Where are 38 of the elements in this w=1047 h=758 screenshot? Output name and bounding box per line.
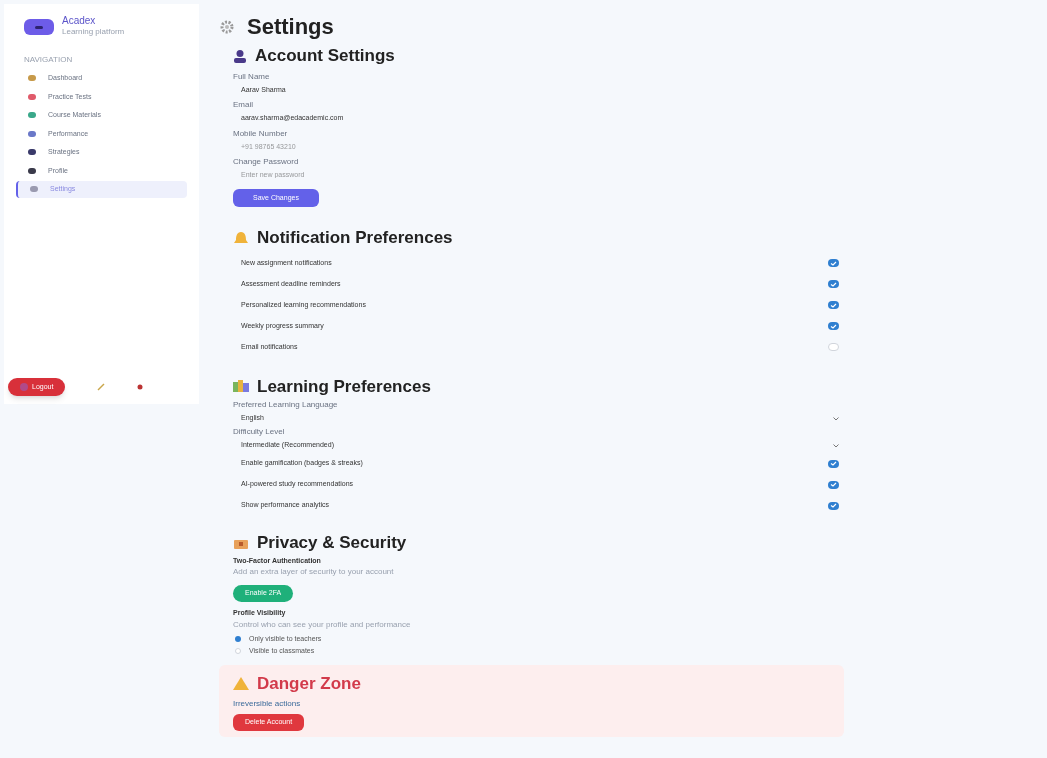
checkbox[interactable] [828, 501, 839, 510]
logo-icon [24, 19, 54, 35]
description-text: Control who can see your profile and performance [233, 618, 412, 631]
checkbox[interactable] [828, 480, 839, 489]
section-title: Privacy & Security [257, 532, 407, 554]
section-title: Danger Zone [257, 672, 361, 695]
description-text: Add an extra layer of security to your account [233, 566, 395, 578]
checkbox[interactable] [828, 280, 839, 288]
page-title: Settings [247, 13, 334, 41]
field-label: Difficulty Level [233, 426, 286, 438]
chevron-icon [833, 443, 839, 448]
books-icon [233, 380, 249, 393]
checkbox[interactable] [828, 301, 839, 309]
user-icon [233, 48, 247, 63]
bell-icon [233, 231, 249, 245]
dot-icon[interactable] [137, 383, 144, 390]
chevron-icon [833, 416, 839, 421]
section-title: Notification Preferences [257, 227, 453, 249]
checkbox[interactable] [828, 259, 839, 267]
section-title: Account Settings [255, 45, 395, 67]
checkbox[interactable] [828, 322, 839, 330]
radio-button[interactable] [235, 648, 241, 655]
pencil-icon[interactable] [97, 382, 106, 391]
description-text: Irreversible actions [233, 698, 301, 710]
section-label: NAVIGATION [24, 54, 74, 66]
brand-subtitle: Learning platform [62, 26, 125, 38]
logout-icon [20, 382, 28, 391]
warning-icon [233, 676, 249, 690]
field-label: Change Password [233, 156, 300, 168]
field-label: Preferred Learning Language [233, 399, 339, 411]
radio-button[interactable] [235, 635, 241, 642]
field-label: Mobile Number [233, 127, 289, 140]
checkbox[interactable] [828, 459, 839, 468]
brand-name: Acadex [62, 16, 97, 26]
checkbox[interactable] [828, 343, 839, 351]
field-label: Full Name [233, 70, 271, 83]
section-title: Learning Preferences [257, 375, 431, 398]
field-label: Email [233, 99, 254, 111]
